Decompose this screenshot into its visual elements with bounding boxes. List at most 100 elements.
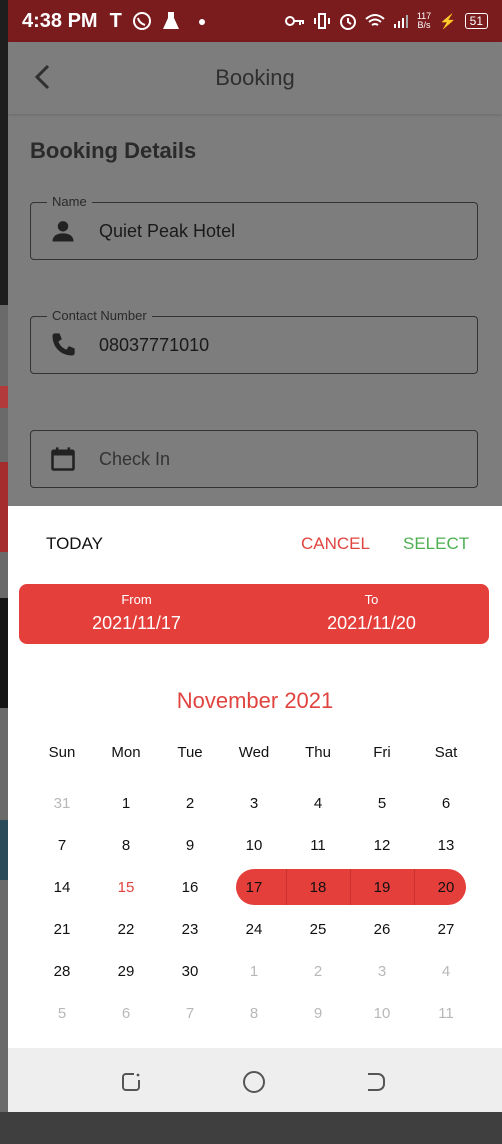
weekday-label: Wed	[238, 744, 270, 761]
selected-range-banner: From 2021/11/17 To 2021/11/20	[19, 584, 489, 644]
weekday-label: Tue	[177, 744, 203, 761]
calendar-day[interactable]: 8	[222, 992, 286, 1034]
calendar-week: 28 29 30 1 2 3 4	[30, 950, 478, 992]
calendar-day[interactable]: 2	[158, 782, 222, 824]
from-date: 2021/11/17	[92, 613, 181, 633]
date-range-picker-dialog: TODAY CANCEL SELECT From 2021/11/17 To 2…	[8, 506, 502, 1048]
weekday-label: Fri	[373, 744, 391, 761]
contact-number-field[interactable]: Contact Number 08037771010	[30, 308, 478, 374]
recent-apps-icon[interactable]	[119, 1070, 143, 1094]
calendar-day-in-range[interactable]: 19	[350, 866, 414, 908]
signal-icon	[393, 15, 408, 28]
contact-field-value: 08037771010	[99, 334, 210, 355]
calendar-day[interactable]: 1	[222, 950, 286, 992]
page-title: Booking	[215, 65, 295, 90]
phone-screen: 4:38 PM T ● 117 B/s ⚡ 51 Booking Booking…	[8, 0, 502, 1112]
calendar-day[interactable]: 11	[286, 824, 350, 866]
calendar-day[interactable]: 10	[350, 992, 414, 1034]
calendar-day[interactable]: 10	[222, 824, 286, 866]
to-label: To	[364, 592, 379, 607]
t-app-icon: T	[109, 9, 122, 32]
calendar-day[interactable]: 21	[30, 908, 94, 950]
calendar-day[interactable]: 6	[94, 992, 158, 1034]
calendar-day[interactable]: 6	[414, 782, 478, 824]
calendar-day-today[interactable]: 15	[94, 866, 158, 908]
calendar-week: 5 6 7 8 9 10 11	[30, 992, 478, 1034]
back-icon[interactable]	[364, 1070, 388, 1094]
calendar-day[interactable]: 8	[94, 824, 158, 866]
app-bar: Booking	[8, 42, 502, 114]
calendar-day[interactable]: 24	[222, 908, 286, 950]
weekday-label: Sat	[434, 744, 458, 761]
calendar-day[interactable]: 12	[350, 824, 414, 866]
contact-field-label: Contact Number	[47, 308, 152, 323]
flask-icon	[162, 12, 179, 29]
status-bar: 4:38 PM T ● 117 B/s ⚡ 51	[8, 0, 502, 42]
calendar-day[interactable]: 4	[414, 950, 478, 992]
home-icon[interactable]	[242, 1070, 266, 1094]
calendar-day[interactable]: 13	[414, 824, 478, 866]
charging-icon: ⚡	[439, 12, 457, 29]
calendar-day-range-start[interactable]: 17	[222, 866, 286, 908]
calendar-week: 14 15 16 17 18 19 20	[30, 866, 478, 908]
calendar-day[interactable]: 26	[350, 908, 414, 950]
dot-icon: ●	[197, 13, 207, 29]
calendar-day[interactable]: 4	[286, 782, 350, 824]
back-arrow-icon[interactable]	[28, 62, 58, 92]
calendar-day[interactable]: 14	[30, 866, 94, 908]
cancel-button[interactable]: CANCEL	[301, 534, 370, 554]
calendar-icon	[51, 447, 75, 471]
wifi-icon	[365, 14, 385, 26]
calendar-day[interactable]: 31	[30, 782, 94, 824]
month-title: November 2021	[176, 688, 334, 713]
calendar-day[interactable]: 30	[158, 950, 222, 992]
calendar-day-range-end[interactable]: 20	[414, 866, 478, 908]
calendar-week: 21 22 23 24 25 26 27	[30, 908, 478, 950]
to-date: 2021/11/20	[327, 613, 416, 633]
phone-icon	[52, 333, 75, 356]
calendar-grid: 31 1 2 3 4 5 6 7 8 9 10 11 12 13 14 15 1…	[30, 782, 478, 1034]
calendar-day[interactable]: 9	[158, 824, 222, 866]
calendar-day[interactable]: 3	[350, 950, 414, 992]
name-field[interactable]: Name Quiet Peak Hotel	[30, 194, 478, 260]
calendar-day[interactable]: 16	[158, 866, 222, 908]
select-button[interactable]: SELECT	[403, 534, 469, 554]
calendar-week: 31 1 2 3 4 5 6	[30, 782, 478, 824]
calendar-day-in-range[interactable]: 18	[286, 866, 350, 908]
calendar-day[interactable]: 3	[222, 782, 286, 824]
calendar-day[interactable]: 25	[286, 908, 350, 950]
weekday-label: Mon	[111, 744, 141, 761]
calendar-day[interactable]: 1	[94, 782, 158, 824]
calendar-day[interactable]: 2	[286, 950, 350, 992]
check-in-field[interactable]: Check In	[30, 430, 478, 488]
calendar-day[interactable]: 5	[30, 992, 94, 1034]
whatsapp-icon	[132, 12, 151, 30]
calendar-day[interactable]: 27	[414, 908, 478, 950]
calendar-day[interactable]: 9	[286, 992, 350, 1034]
network-speed: 117 B/s	[416, 11, 432, 30]
name-field-value: Quiet Peak Hotel	[99, 220, 236, 241]
calendar-day[interactable]: 5	[350, 782, 414, 824]
vibrate-icon	[313, 13, 330, 29]
check-in-placeholder: Check In	[99, 448, 171, 469]
background-left-strip	[0, 0, 8, 1144]
calendar-day[interactable]: 28	[30, 950, 94, 992]
calendar-day[interactable]: 7	[158, 992, 222, 1034]
key-icon	[284, 16, 304, 26]
calendar-day[interactable]: 22	[94, 908, 158, 950]
calendar-day[interactable]: 23	[158, 908, 222, 950]
from-section[interactable]: From 2021/11/17	[19, 584, 254, 644]
system-navigation-bar	[8, 1048, 502, 1112]
today-button[interactable]: TODAY	[46, 534, 103, 554]
bottom-background-strip	[0, 1112, 502, 1144]
alarm-icon	[339, 14, 356, 30]
section-title: Booking Details	[30, 138, 197, 163]
calendar-week: 7 8 9 10 11 12 13	[30, 824, 478, 866]
calendar-day[interactable]: 11	[414, 992, 478, 1034]
weekday-label: Sun	[48, 744, 76, 761]
name-field-label: Name	[47, 194, 92, 209]
calendar-day[interactable]: 29	[94, 950, 158, 992]
calendar-day[interactable]: 7	[30, 824, 94, 866]
weekday-header: Sun Mon Tue Wed Thu Fri Sat	[30, 744, 478, 761]
to-section[interactable]: To 2021/11/20	[254, 584, 489, 644]
